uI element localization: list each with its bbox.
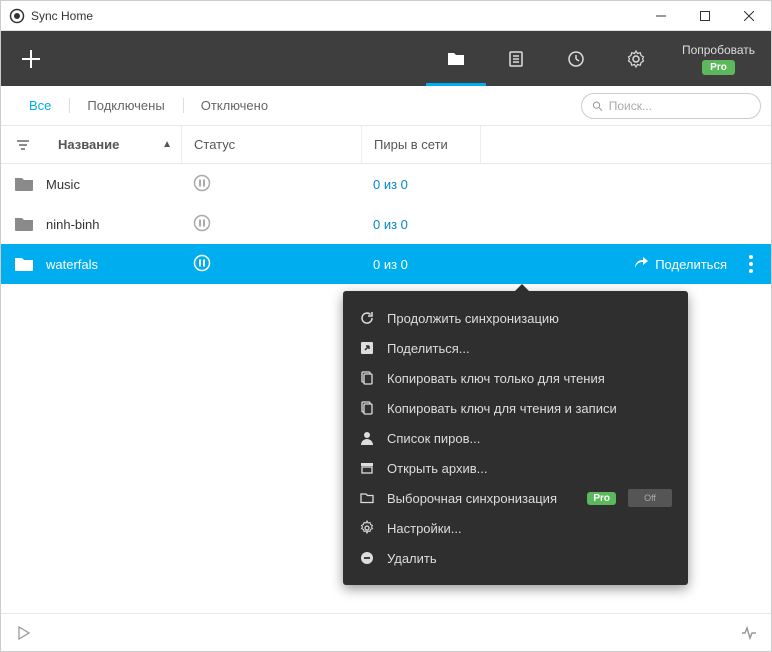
- column-name[interactable]: Название ▲: [46, 126, 181, 163]
- folder-name-cell: ninh-binh: [46, 204, 181, 244]
- menu-peers-list[interactable]: Список пиров...: [343, 423, 688, 453]
- filter-tab-all[interactable]: Все: [11, 86, 69, 125]
- sort-asc-icon: ▲: [162, 139, 172, 150]
- menu-selective-sync[interactable]: Выборочная синхронизация Pro Off: [343, 483, 688, 513]
- pause-icon: [193, 254, 211, 275]
- status-cell: [181, 204, 361, 244]
- tab-history[interactable]: [546, 31, 606, 86]
- activity-icon[interactable]: [741, 625, 757, 641]
- more-actions-button[interactable]: [745, 251, 757, 277]
- folder-icon: [1, 204, 46, 244]
- menu-resume[interactable]: Продолжить синхронизацию: [343, 303, 688, 333]
- peers-cell: 0 из 0: [361, 204, 531, 244]
- pro-badge: Pro: [587, 492, 616, 505]
- close-button[interactable]: [727, 1, 771, 31]
- window-buttons: [639, 1, 771, 31]
- folder-name-cell: Music: [46, 164, 181, 204]
- tab-devices[interactable]: [486, 31, 546, 86]
- folder-icon: [1, 164, 46, 204]
- menu-open-archive[interactable]: Открыть архив...: [343, 453, 688, 483]
- context-menu: Продолжить синхронизацию Поделиться... К…: [343, 291, 688, 585]
- filter-tab-connected[interactable]: Подключены: [69, 86, 182, 125]
- add-folder-button[interactable]: [1, 31, 61, 86]
- selective-sync-toggle[interactable]: Off: [628, 489, 672, 507]
- share-icon: [359, 340, 375, 356]
- menu-copy-readonly-key[interactable]: Копировать ключ только для чтения: [343, 363, 688, 393]
- minimize-button[interactable]: [639, 1, 683, 31]
- column-status[interactable]: Статус: [181, 126, 361, 163]
- menu-settings[interactable]: Настройки...: [343, 513, 688, 543]
- share-button[interactable]: Поделиться: [633, 255, 727, 274]
- pause-icon: [193, 174, 211, 195]
- play-button[interactable]: [15, 625, 31, 641]
- upgrade-pro-button[interactable]: Попробовать Pro: [666, 31, 771, 86]
- share-icon: [633, 255, 649, 274]
- app-icon: [9, 8, 25, 24]
- column-filter-icon[interactable]: [1, 126, 46, 163]
- table-row[interactable]: ninh-binh 0 из 0: [1, 204, 771, 244]
- folder-outline-icon: [359, 490, 375, 506]
- remove-icon: [359, 550, 375, 566]
- main-toolbar: Попробовать Pro: [1, 31, 771, 86]
- window-title: Sync Home: [31, 9, 639, 23]
- table-header: Название ▲ Статус Пиры в сети: [1, 126, 771, 164]
- copy-icon: [359, 400, 375, 416]
- table-row[interactable]: Music 0 из 0: [1, 164, 771, 204]
- peers-cell: 0 из 0: [361, 244, 531, 284]
- titlebar: Sync Home: [1, 1, 771, 31]
- status-cell: [181, 244, 361, 284]
- pause-icon: [193, 214, 211, 235]
- upgrade-label: Попробовать: [682, 43, 755, 57]
- search-icon: [592, 100, 603, 112]
- pro-badge: Pro: [702, 60, 735, 75]
- column-peers[interactable]: Пиры в сети: [361, 126, 481, 163]
- peers-cell: 0 из 0: [361, 164, 531, 204]
- search-box[interactable]: [581, 93, 761, 119]
- filter-bar: Все Подключены Отключено: [1, 86, 771, 126]
- table-row[interactable]: waterfals 0 из 0 Поделиться: [1, 244, 771, 284]
- status-bar: [1, 613, 771, 651]
- person-icon: [359, 430, 375, 446]
- status-cell: [181, 164, 361, 204]
- menu-delete[interactable]: Удалить: [343, 543, 688, 573]
- archive-icon: [359, 460, 375, 476]
- menu-share[interactable]: Поделиться...: [343, 333, 688, 363]
- maximize-button[interactable]: [683, 1, 727, 31]
- tab-settings[interactable]: [606, 31, 666, 86]
- folder-icon: [1, 244, 46, 284]
- menu-copy-readwrite-key[interactable]: Копировать ключ для чтения и записи: [343, 393, 688, 423]
- tab-folders[interactable]: [426, 31, 486, 86]
- folder-name-cell: waterfals: [46, 244, 181, 284]
- refresh-icon: [359, 310, 375, 326]
- search-input[interactable]: [609, 99, 750, 113]
- copy-icon: [359, 370, 375, 386]
- folder-list: Music 0 из 0 ninh-binh 0 из 0 waterfals 0 из …: [1, 164, 771, 284]
- filter-tab-disconnected[interactable]: Отключено: [183, 86, 286, 125]
- gear-icon: [359, 520, 375, 536]
